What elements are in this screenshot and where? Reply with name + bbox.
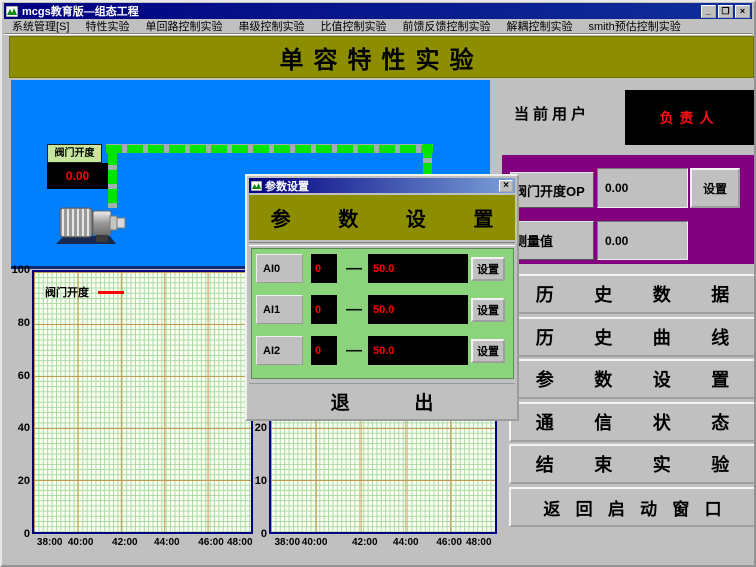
y-tick: 0 <box>24 528 30 540</box>
dialog-banner: 参 数 设 置 <box>249 195 515 240</box>
x-tick: 42:00 <box>112 537 138 548</box>
valve-opening-display: 0.00 <box>47 163 108 189</box>
x-tick: 46:00 <box>436 537 462 548</box>
measurement-display: 0.00 <box>597 221 688 260</box>
range-dash: — <box>343 254 365 283</box>
measurement-label: 测量值 <box>510 221 594 260</box>
dialog-ai-area: AI0 0 — 50.0 设置 AI1 0 — 50.0 设置 AI2 0 — … <box>251 248 514 379</box>
y-tick: 20 <box>18 475 30 487</box>
x-tick: 38:00 <box>37 537 63 548</box>
legend-label: 阀门开度 <box>45 284 89 300</box>
ai1-low-input[interactable]: 0 <box>311 295 337 324</box>
menu-single-loop-exp[interactable]: 单回路控制实验 <box>137 18 230 34</box>
right-chart-x-axis: 38:00 40:00 42:00 44:00 46:00 48:00 <box>269 537 497 551</box>
ai2-set-button[interactable]: 设置 <box>471 339 505 363</box>
x-tick: 44:00 <box>154 537 180 548</box>
menu-feedforward-exp[interactable]: 前馈反馈控制实验 <box>394 18 498 34</box>
range-dash: — <box>343 295 365 324</box>
menu-system-management[interactable]: 系统管理[S] <box>4 18 77 34</box>
ai0-low-input[interactable]: 0 <box>311 254 337 283</box>
x-tick: 48:00 <box>466 537 492 548</box>
range-dash: — <box>343 336 365 365</box>
y-tick: 100 <box>12 264 30 276</box>
x-tick: 42:00 <box>352 537 378 548</box>
y-tick: 0 <box>261 528 267 540</box>
y-tick: 40 <box>18 422 30 434</box>
dialog-banner-text: 参 数 设 置 <box>271 203 494 232</box>
comm-status-button[interactable]: 通 信 状 态 <box>509 402 756 442</box>
ai0-set-button[interactable]: 设置 <box>471 257 505 281</box>
ai2-label: AI2 <box>256 336 303 365</box>
x-tick: 46:00 <box>198 537 224 548</box>
current-user-label: 当前用户 <box>514 103 590 124</box>
valve-op-input[interactable]: 0.00 <box>597 168 688 208</box>
valve-opening-label: 阀门开度 <box>47 144 102 163</box>
dialog-separator <box>249 242 515 246</box>
y-tick: 20 <box>255 422 267 434</box>
y-tick: 60 <box>18 370 30 382</box>
parameter-set-button[interactable]: 参 数 设 置 <box>509 359 756 399</box>
valve-op-label: 阀门开度OP <box>510 172 594 208</box>
ai1-label: AI1 <box>256 295 303 324</box>
page-title-banner: 单容特性实验 <box>9 36 754 78</box>
history-data-button[interactable]: 历 史 数 据 <box>509 274 756 314</box>
dialog-exit-button[interactable]: 退 出 <box>249 383 515 419</box>
dialog-close-icon[interactable]: × <box>499 180 513 192</box>
valve-op-set-button[interactable]: 设置 <box>690 168 740 208</box>
left-chart-y-axis: 100 80 60 40 20 0 <box>4 270 30 534</box>
ai1-set-button[interactable]: 设置 <box>471 298 505 322</box>
menu-characteristic-exp[interactable]: 特性实验 <box>77 18 137 34</box>
ai2-high-input[interactable]: 50.0 <box>368 336 468 365</box>
page-title: 单容特性实验 <box>280 40 484 75</box>
mcgs-logo-icon <box>251 181 262 191</box>
close-icon[interactable]: × <box>735 5 750 18</box>
mcgs-main-window: mcgs教育版—组态工程 _ ❐ × 系统管理[S] 特性实验 单回路控制实验 … <box>0 0 756 567</box>
dialog-titlebar[interactable]: 参数设置 × <box>249 178 515 193</box>
menu-cascade-exp[interactable]: 串级控制实验 <box>230 18 312 34</box>
ai2-row: AI2 0 — 50.0 设置 <box>252 336 513 365</box>
ai1-high-input[interactable]: 50.0 <box>368 295 468 324</box>
mcgs-logo-icon <box>6 6 18 17</box>
pump-icon <box>52 198 126 246</box>
window-title: mcgs教育版—组态工程 <box>22 3 139 19</box>
dialog-title: 参数设置 <box>265 178 309 194</box>
menu-decoupling-exp[interactable]: 解耦控制实验 <box>498 18 580 34</box>
valve-trend-chart: 阀门开度 <box>32 270 253 534</box>
current-user-value: 负责人 <box>625 90 754 145</box>
window-titlebar[interactable]: mcgs教育版—组态工程 _ ❐ × <box>4 3 752 19</box>
ai2-low-input[interactable]: 0 <box>311 336 337 365</box>
x-tick: 38:00 <box>274 537 300 548</box>
restore-icon[interactable]: ❐ <box>718 5 733 18</box>
x-tick: 40:00 <box>68 537 94 548</box>
end-experiment-button[interactable]: 结 束 实 验 <box>509 444 756 484</box>
chart-legend: 阀门开度 <box>45 284 124 300</box>
op-panel: 阀门开度OP 0.00 设置 测量值 0.00 <box>502 155 755 264</box>
menu-bar: 系统管理[S] 特性实验 单回路控制实验 串级控制实验 比值控制实验 前馈反馈控… <box>4 19 752 34</box>
ai1-row: AI1 0 — 50.0 设置 <box>252 295 513 324</box>
minimize-icon[interactable]: _ <box>701 5 716 18</box>
left-chart-x-axis: 38:00 40:00 42:00 44:00 46:00 48:00 <box>32 537 253 551</box>
y-tick: 10 <box>255 475 267 487</box>
y-tick: 80 <box>18 317 30 329</box>
menu-ratio-exp[interactable]: 比值控制实验 <box>312 18 394 34</box>
history-curve-button[interactable]: 历 史 曲 线 <box>509 317 756 357</box>
ai0-label: AI0 <box>256 254 303 283</box>
legend-line-red <box>98 291 124 294</box>
parameter-settings-dialog: 参数设置 × 参 数 设 置 AI0 0 — 50.0 设置 AI1 0 — 5… <box>245 174 519 421</box>
pipe-horizontal <box>106 144 433 153</box>
ai0-high-input[interactable]: 50.0 <box>368 254 468 283</box>
menu-smith-exp[interactable]: smith预估控制实验 <box>580 18 688 34</box>
x-tick: 44:00 <box>393 537 419 548</box>
return-startup-button[interactable]: 返 回 启 动 窗 口 <box>509 487 756 527</box>
x-tick: 40:00 <box>302 537 328 548</box>
ai0-row: AI0 0 — 50.0 设置 <box>252 254 513 283</box>
x-tick: 48:00 <box>227 537 253 548</box>
